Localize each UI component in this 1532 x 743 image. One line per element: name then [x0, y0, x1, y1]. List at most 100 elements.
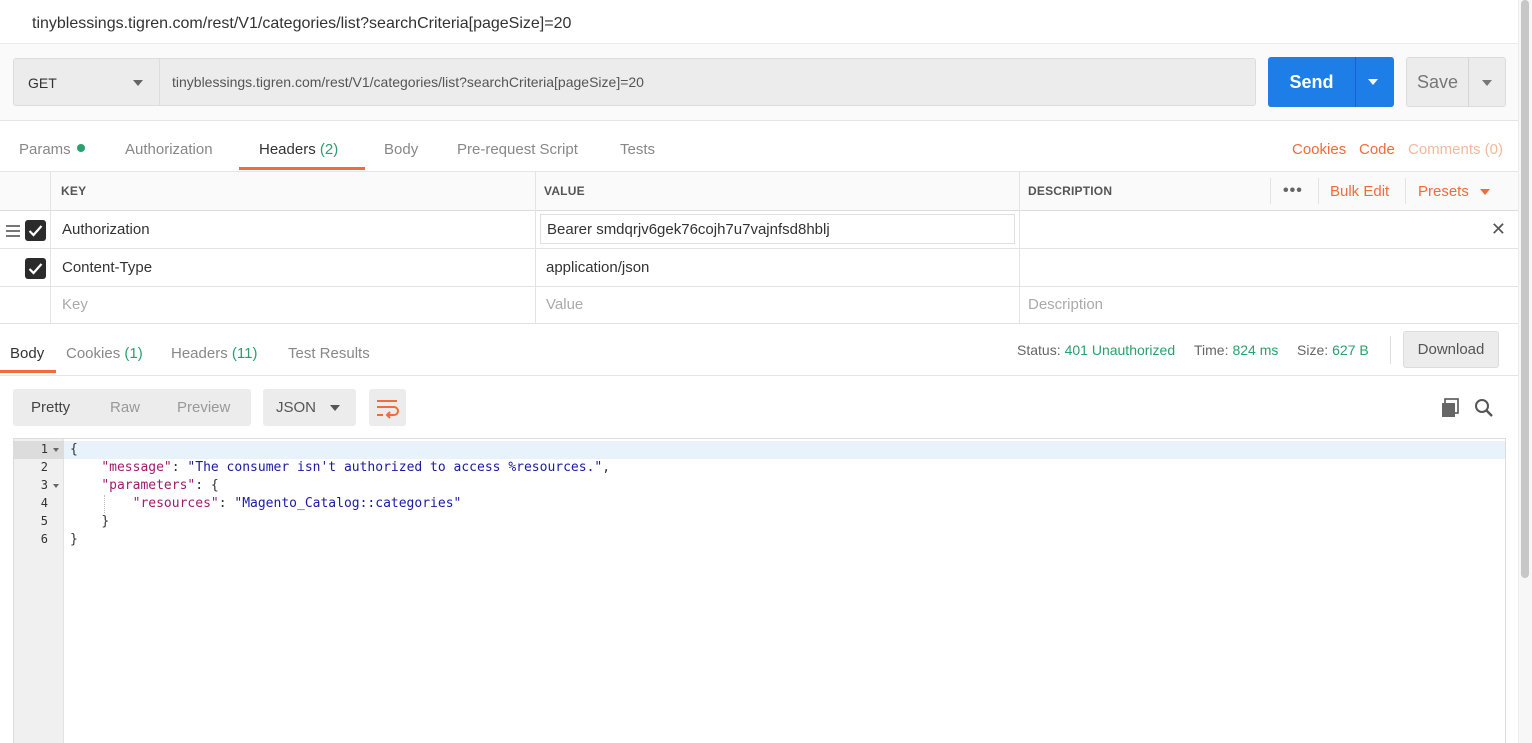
fold-icon[interactable]	[53, 448, 59, 452]
method-select[interactable]: GET	[13, 58, 159, 106]
comments-link[interactable]: Comments (0)	[1408, 141, 1503, 158]
scrollbar-thumb[interactable]	[1521, 0, 1529, 578]
copy-icon[interactable]	[1441, 398, 1461, 423]
send-divider	[1355, 57, 1356, 107]
presets-chevron-icon[interactable]	[1480, 189, 1490, 195]
wrap-icon	[377, 400, 399, 419]
tab-headers[interactable]: Headers (2)	[259, 141, 338, 158]
headers-table-header: KEY VALUE DESCRIPTION ••• Bulk Edit Pres…	[0, 172, 1518, 211]
save-button[interactable]: Save	[1406, 57, 1506, 107]
json-string: "Magento_Catalog::categories"	[234, 496, 462, 511]
format-select[interactable]: JSON	[263, 389, 356, 426]
size-value[interactable]: 627 B	[1332, 342, 1369, 358]
code-token: :	[218, 496, 235, 511]
tab-tests-label: Tests	[620, 141, 656, 158]
response-tab-cookies-label: Cookies	[66, 345, 121, 362]
response-status: Status: 401 Unauthorized	[1017, 342, 1175, 358]
divider	[1318, 178, 1319, 204]
column-divider	[535, 172, 536, 324]
time-value[interactable]: 824 ms	[1232, 342, 1278, 358]
header-value-input[interactable]: Bearer smdqrjv6gek76cojh7u7vajnfsd8hblj	[540, 214, 1015, 244]
column-divider	[1019, 172, 1020, 324]
code-line: }	[70, 514, 109, 529]
fold-icon[interactable]	[53, 484, 59, 488]
more-icon[interactable]: •••	[1283, 182, 1303, 200]
close-icon[interactable]: ✕	[1491, 219, 1506, 240]
tab-body[interactable]: Body	[384, 141, 418, 158]
request-tabs: Params Authorization Headers (2) Body Pr…	[0, 121, 1518, 172]
params-indicator-dot	[76, 144, 85, 152]
code-link[interactable]: Code	[1359, 141, 1395, 158]
response-body-editor[interactable]: 1 2 3 4 5 6 { "message": "The consumer i…	[13, 438, 1506, 743]
column-key: KEY	[61, 184, 87, 198]
request-bar: GET tinyblessings.tigren.com/rest/V1/cat…	[0, 44, 1518, 121]
header-value[interactable]: application/json	[546, 259, 649, 276]
response-tab-cookies[interactable]: Cookies (1)	[66, 345, 143, 362]
request-title[interactable]: tinyblessings.tigren.com/rest/V1/categor…	[32, 15, 571, 33]
chevron-down-icon	[330, 405, 340, 411]
divider	[1270, 178, 1271, 204]
size-label: Size:	[1297, 342, 1329, 358]
tab-headers-label: Headers	[259, 141, 316, 158]
code-token: : {	[195, 478, 219, 493]
postman-window: tinyblessings.tigren.com/rest/V1/categor…	[0, 0, 1532, 743]
bulk-edit-link[interactable]: Bulk Edit	[1330, 183, 1389, 200]
send-options-chevron-icon[interactable]	[1368, 79, 1378, 85]
tab-body-label: Body	[384, 141, 419, 158]
divider	[1405, 178, 1406, 204]
status-label: Status:	[1017, 342, 1061, 358]
save-divider	[1468, 58, 1469, 106]
send-label: Send	[1289, 72, 1334, 92]
response-tab-test-results[interactable]: Test Results	[288, 345, 370, 362]
line-number: 4	[40, 496, 48, 510]
send-button[interactable]: Send	[1268, 57, 1394, 107]
code-token: }	[70, 532, 78, 547]
view-preview-button[interactable]: Preview	[177, 399, 230, 416]
status-value[interactable]: 401 Unauthorized	[1065, 342, 1176, 358]
header-key[interactable]: Authorization	[62, 221, 150, 238]
presets-dropdown[interactable]: Presets	[1418, 183, 1469, 200]
tab-headers-count: (2)	[319, 141, 339, 158]
wrap-lines-button[interactable]	[369, 389, 406, 426]
active-tab-underline	[0, 370, 56, 373]
search-icon[interactable]	[1474, 398, 1494, 423]
tab-prerequest-label: Pre-request Script	[457, 141, 578, 158]
download-button[interactable]: Download	[1403, 331, 1499, 368]
new-key-input[interactable]: Key	[62, 296, 88, 313]
new-value-input[interactable]: Value	[546, 296, 583, 313]
save-options-chevron-icon[interactable]	[1482, 80, 1492, 86]
time-label: Time:	[1194, 342, 1229, 358]
active-line-highlight	[64, 441, 1505, 459]
header-enabled-checkbox[interactable]	[25, 220, 46, 241]
new-description-input[interactable]: Description	[1028, 296, 1103, 313]
response-tab-headers-label: Headers	[171, 345, 228, 362]
view-raw-button[interactable]: Raw	[110, 399, 140, 416]
header-key[interactable]: Content-Type	[62, 259, 152, 276]
tab-prerequest-script[interactable]: Pre-request Script	[457, 141, 578, 158]
table-row-new: Key Value Description	[0, 287, 1518, 324]
request-title-bar: tinyblessings.tigren.com/rest/V1/categor…	[0, 0, 1518, 44]
tab-authorization[interactable]: Authorization	[125, 141, 213, 158]
cookies-link[interactable]: Cookies	[1292, 141, 1346, 158]
code-line: }	[70, 532, 78, 547]
view-pretty-button[interactable]: Pretty	[31, 399, 70, 416]
response-tab-headers[interactable]: Headers (11)	[171, 345, 257, 362]
json-key: "parameters"	[101, 478, 196, 493]
drag-handle-icon[interactable]	[6, 225, 20, 240]
line-number: 5	[40, 514, 48, 528]
url-input[interactable]: tinyblessings.tigren.com/rest/V1/categor…	[159, 58, 1256, 106]
response-tab-body[interactable]: Body	[10, 345, 44, 362]
format-label: JSON	[276, 399, 317, 416]
response-tab-headers-count: (11)	[231, 345, 258, 362]
method-label: GET	[28, 75, 57, 91]
code-token: }	[101, 514, 110, 529]
tab-tests[interactable]: Tests	[620, 141, 655, 158]
header-enabled-checkbox[interactable]	[25, 258, 46, 279]
chevron-down-icon	[133, 80, 143, 86]
table-row: Authorization Bearer smdqrjv6gek76cojh7u…	[0, 211, 1518, 249]
code-token: :	[171, 460, 188, 475]
line-number-gutter: 1 2 3 4 5 6	[14, 439, 64, 743]
code-line: "resources": "Magento_Catalog::categorie…	[70, 496, 462, 511]
column-divider	[50, 172, 51, 324]
tab-params[interactable]: Params	[19, 141, 85, 158]
